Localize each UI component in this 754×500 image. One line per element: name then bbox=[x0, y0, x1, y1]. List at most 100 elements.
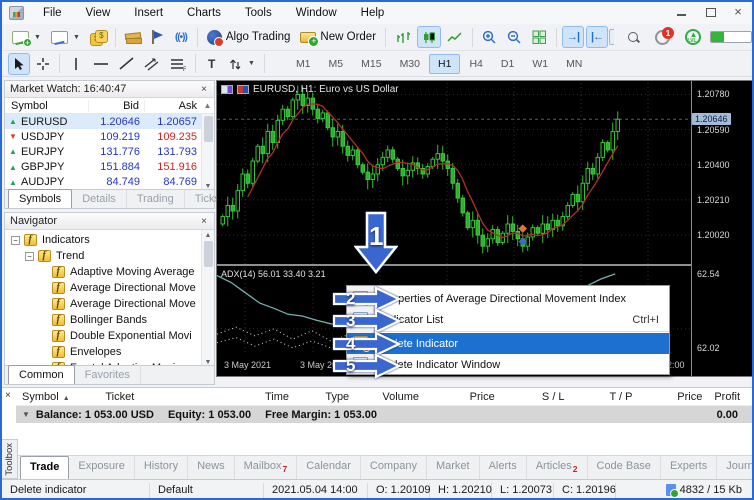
balance-row[interactable]: ▼ Balance: 1 053.00 USD Equity: 1 053.00… bbox=[16, 406, 752, 423]
tree-item[interactable]: Double Exponential Movi bbox=[5, 328, 214, 344]
timeframe-button[interactable]: MN bbox=[557, 54, 591, 74]
toolbox-tab[interactable]: Experts bbox=[661, 456, 717, 479]
scrollbar-thumb[interactable] bbox=[204, 241, 213, 267]
close-button[interactable]: × bbox=[732, 6, 744, 18]
toolbox-tab[interactable]: Journal bbox=[717, 456, 754, 479]
close-icon[interactable]: × bbox=[5, 390, 11, 401]
tree-item[interactable]: Average Directional Move bbox=[5, 296, 214, 312]
new-order-button[interactable]: New Order bbox=[296, 26, 380, 48]
column-bid[interactable]: Bid bbox=[89, 100, 145, 112]
column-header[interactable]: Price bbox=[425, 391, 501, 403]
profiles-button[interactable]: ▼ bbox=[47, 26, 84, 48]
timeframe-button[interactable]: M1 bbox=[287, 54, 320, 74]
auto-scroll-button[interactable]: →| bbox=[562, 26, 584, 48]
horizontal-line-button[interactable] bbox=[89, 53, 113, 75]
timeframe-button[interactable]: M30 bbox=[391, 54, 429, 74]
new-chart-button[interactable]: ▼ bbox=[8, 26, 45, 48]
column-header[interactable]: Symbol▲ bbox=[16, 391, 99, 403]
trendline-button[interactable] bbox=[115, 53, 138, 75]
chart-shift-button[interactable]: |← bbox=[586, 26, 608, 48]
vertical-line-button[interactable] bbox=[65, 53, 87, 75]
timeframe-button[interactable]: H1 bbox=[429, 54, 460, 74]
expand-icon[interactable]: − bbox=[11, 236, 20, 245]
column-header[interactable]: Type bbox=[295, 391, 355, 403]
close-icon[interactable]: × bbox=[199, 84, 209, 95]
menu-item[interactable]: Tools bbox=[233, 4, 284, 22]
tree-item[interactable]: Adaptive Moving Average bbox=[5, 264, 214, 280]
menu-item[interactable]: Insert bbox=[122, 4, 175, 22]
column-header[interactable]: Time bbox=[187, 391, 295, 403]
navigator-tab[interactable]: Favorites bbox=[75, 366, 141, 384]
line-chart-button[interactable] bbox=[443, 26, 467, 48]
tree-item[interactable]: − Trend bbox=[5, 248, 214, 264]
level-button[interactable] bbox=[681, 26, 705, 48]
scrollbar-thumb[interactable] bbox=[204, 116, 213, 142]
toolbox-tab[interactable]: Market bbox=[427, 456, 480, 479]
timeframe-button[interactable]: M5 bbox=[320, 54, 353, 74]
crosshair-button[interactable] bbox=[32, 53, 54, 75]
market-watch-tab[interactable]: Symbols bbox=[8, 189, 72, 208]
tree-item[interactable]: Average Directional Move bbox=[5, 280, 214, 296]
timeframe-button[interactable]: H4 bbox=[460, 54, 491, 74]
toolbox-tab[interactable]: Code Base bbox=[588, 456, 661, 479]
signals-button[interactable] bbox=[170, 26, 192, 48]
navigator-title[interactable]: Navigator × bbox=[5, 213, 214, 230]
tree-item[interactable]: Bollinger Bands bbox=[5, 312, 214, 328]
history-center-button[interactable] bbox=[121, 26, 144, 48]
symbol-row[interactable]: EURJPY 131.776 131.793 bbox=[5, 144, 214, 159]
tree-item[interactable]: Envelopes bbox=[5, 344, 214, 360]
symbol-row[interactable]: EURUSD 1.20646 1.20657 bbox=[5, 114, 214, 129]
restore-button[interactable] bbox=[704, 6, 716, 18]
market-watch-scrollbar[interactable]: ▼ bbox=[201, 114, 214, 190]
symbol-row[interactable]: GBPJPY 151.884 151.916 bbox=[5, 160, 214, 175]
symbol-row[interactable]: USDJPY 109.219 109.235 bbox=[5, 129, 214, 144]
collapse-icon[interactable]: ▼ bbox=[22, 410, 30, 419]
market-watch-tab[interactable]: Trading bbox=[127, 190, 185, 208]
toolbox-tab[interactable]: Calendar bbox=[297, 456, 361, 479]
navigator-scrollbar[interactable]: ▲ ▼ bbox=[201, 230, 214, 366]
toolbox-tab[interactable]: Mailbox7 bbox=[235, 456, 298, 479]
equidistant-channel-button[interactable] bbox=[140, 53, 164, 75]
expand-icon[interactable]: − bbox=[25, 252, 34, 261]
toolbox-tab[interactable]: Alerts bbox=[480, 456, 527, 479]
toolbox-tab[interactable]: Trade bbox=[20, 456, 69, 479]
menu-item[interactable]: Charts bbox=[175, 4, 233, 22]
deposit-button[interactable] bbox=[86, 26, 110, 48]
menu-item[interactable]: Window bbox=[284, 4, 349, 22]
market-watch-tab[interactable]: Details bbox=[72, 190, 127, 208]
alerts-button[interactable] bbox=[146, 26, 168, 48]
timeframe-button[interactable]: M15 bbox=[352, 54, 390, 74]
toolbox-tab[interactable]: Company bbox=[361, 456, 427, 479]
close-icon[interactable]: × bbox=[199, 216, 209, 227]
toolbox-tab[interactable]: History bbox=[135, 456, 188, 479]
toolbox-side-tab[interactable]: Toolbox bbox=[2, 439, 18, 479]
status-profile[interactable]: Default bbox=[150, 483, 264, 498]
tree-item[interactable]: − Indicators bbox=[5, 232, 214, 248]
column-header[interactable]: T / P bbox=[571, 391, 639, 403]
column-ask[interactable]: Ask bbox=[145, 100, 201, 112]
minimize-button[interactable] bbox=[676, 6, 688, 18]
toolbox-tab[interactable]: News bbox=[188, 456, 235, 479]
timeframe-button[interactable]: W1 bbox=[523, 54, 557, 74]
scroll-up-icon[interactable]: ▲ bbox=[205, 232, 212, 239]
toolbox-tab[interactable]: Articles2 bbox=[527, 456, 588, 479]
column-header[interactable]: S / L bbox=[501, 391, 571, 403]
column-header[interactable]: Ticket bbox=[99, 391, 186, 403]
tile-windows-button[interactable] bbox=[528, 26, 551, 48]
search-button[interactable] bbox=[622, 26, 644, 48]
notifications-button[interactable]: 1 bbox=[651, 26, 674, 48]
fibonacci-button[interactable]: F bbox=[166, 53, 190, 75]
menu-item[interactable]: Help bbox=[349, 4, 397, 22]
column-symbol[interactable]: Symbol bbox=[5, 100, 89, 112]
zoom-out-button[interactable] bbox=[503, 26, 526, 48]
column-header[interactable]: Volume bbox=[355, 391, 425, 403]
cursor-button[interactable] bbox=[8, 53, 30, 75]
toolbox-tab[interactable]: Exposure bbox=[69, 456, 134, 479]
bar-chart-button[interactable] bbox=[391, 26, 415, 48]
candlestick-chart-button[interactable] bbox=[417, 26, 441, 48]
menu-item[interactable]: View bbox=[74, 4, 123, 22]
market-watch-title[interactable]: Market Watch: 16:40:47 × bbox=[5, 81, 214, 98]
menu-item[interactable]: File bbox=[31, 4, 74, 22]
scroll-up-icon[interactable]: ▲ bbox=[201, 101, 214, 110]
symbol-row[interactable]: AUDJPY 84.749 84.769 bbox=[5, 175, 214, 190]
